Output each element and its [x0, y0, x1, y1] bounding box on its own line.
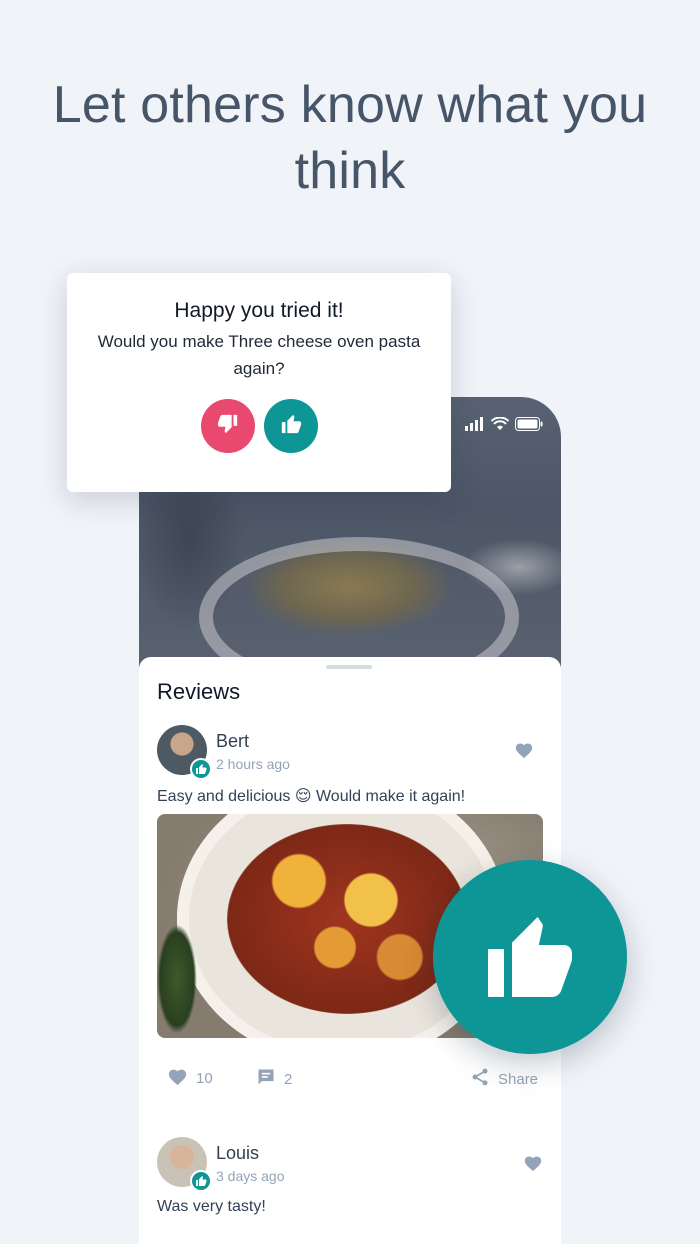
signal-icon	[465, 417, 485, 436]
heart-icon	[167, 1067, 188, 1090]
heart-icon[interactable]	[514, 741, 534, 764]
thumbs-up-icon	[433, 860, 627, 1054]
popup-question: Would you make Three cheese oven pasta a…	[97, 332, 421, 378]
review-actions: 10 2 Share	[139, 1067, 561, 1091]
share-icon	[470, 1067, 490, 1091]
review-time: 2 hours ago	[216, 756, 290, 772]
comment-button[interactable]: 2	[256, 1067, 292, 1091]
comment-count: 2	[284, 1070, 293, 1088]
share-button[interactable]: Share	[470, 1067, 538, 1091]
thumbs-down-icon	[217, 413, 239, 440]
headline: Let others know what you think	[52, 76, 648, 200]
rating-popup: Happy you tried it! Would you make Three…	[67, 273, 451, 492]
status-bar	[465, 416, 543, 436]
pasta	[227, 824, 467, 1014]
like-button[interactable]: 10	[167, 1067, 213, 1090]
wifi-icon	[490, 416, 510, 436]
review-text: Was very tasty!	[157, 1198, 266, 1215]
phone-screen: Reviews Bert 2 hours ago Easy and delici…	[139, 397, 561, 1244]
share-label: Share	[498, 1070, 539, 1088]
sheet-grab-handle[interactable]	[326, 665, 372, 669]
like-count: 10	[196, 1070, 213, 1087]
popup-title: Happy you tried it!	[174, 299, 344, 322]
review-time: 3 days ago	[216, 1168, 285, 1184]
reviewer-name[interactable]: Louis	[216, 1143, 259, 1164]
battery-icon	[515, 417, 543, 436]
heart-icon[interactable]	[523, 1154, 543, 1177]
reviews-title: Reviews	[157, 679, 241, 704]
thumbs-up-icon	[190, 758, 212, 780]
thumbs-up-button[interactable]	[264, 399, 318, 453]
thumbs-up-icon	[190, 1170, 212, 1192]
herb-leaves	[157, 924, 197, 1034]
review-text: Easy and delicious 😌 Would make it again…	[157, 788, 466, 805]
thumbs-down-button[interactable]	[201, 399, 255, 453]
reviewer-name[interactable]: Bert	[216, 731, 249, 752]
comment-icon	[256, 1067, 276, 1091]
thumbs-up-icon	[280, 413, 302, 440]
